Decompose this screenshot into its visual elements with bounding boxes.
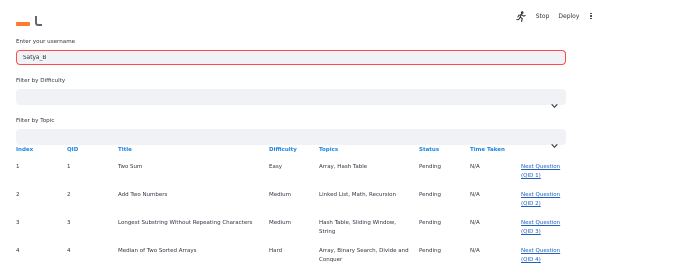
- page-title-remnant: [16, 16, 42, 26]
- deploy-button[interactable]: Deploy: [558, 13, 579, 20]
- header-difficulty: Difficulty: [269, 147, 297, 153]
- header-title: Title: [118, 147, 132, 153]
- cell-index: 2: [16, 192, 20, 198]
- cell-index: 3: [16, 220, 20, 226]
- header-qid: QID: [67, 147, 79, 153]
- next-question-link-qid[interactable]: (QID 3): [521, 229, 541, 235]
- chevron-down-icon: [551, 94, 558, 108]
- cell-difficulty: Hard: [269, 248, 283, 254]
- running-man-icon: [516, 10, 527, 22]
- filter-form: Enter your username Filter by Difficulty…: [16, 38, 566, 148]
- next-question-link-label[interactable]: Next Question: [521, 248, 560, 254]
- cell-topics: Linked List, Math, Recursion: [319, 192, 397, 198]
- top-toolbar: Stop Deploy: [516, 9, 594, 23]
- next-question-link[interactable]: Next Question (QID 4): [521, 247, 571, 264]
- cell-status: Pending: [419, 248, 441, 254]
- cell-qid: 3: [67, 220, 71, 226]
- cell-index: 4: [16, 248, 20, 254]
- cell-difficulty: Medium: [269, 192, 291, 198]
- cell-difficulty: Easy: [269, 164, 282, 170]
- title-glyph-fragment: [35, 16, 42, 26]
- cell-qid: 2: [67, 192, 71, 198]
- table-row: 2 2 Add Two Numbers Medium Linked List, …: [16, 191, 572, 211]
- stop-button[interactable]: Stop: [536, 13, 550, 20]
- vertical-ellipsis-icon[interactable]: [588, 12, 594, 20]
- next-question-link-label[interactable]: Next Question: [521, 220, 560, 226]
- header-status: Status: [419, 147, 440, 153]
- next-question-link-label[interactable]: Next Question: [521, 164, 560, 170]
- cell-qid: 4: [67, 248, 71, 254]
- topic-select[interactable]: [16, 129, 566, 148]
- cell-time-taken: N/A: [470, 192, 480, 198]
- cell-status: Pending: [419, 220, 441, 226]
- username-label: Enter your username: [16, 39, 76, 45]
- cell-time-taken: N/A: [470, 164, 480, 170]
- cell-title: Longest Substring Without Repeating Char…: [118, 220, 253, 226]
- next-question-link[interactable]: Next Question (QID 2): [521, 191, 571, 208]
- next-question-link-label[interactable]: Next Question: [521, 192, 560, 198]
- next-question-link[interactable]: Next Question (QID 3): [521, 219, 571, 236]
- table-row: 1 1 Two Sum Easy Array, Hash Table Pendi…: [16, 163, 572, 183]
- username-input[interactable]: [23, 54, 559, 61]
- username-field-wrapper: [16, 50, 566, 65]
- header-topics: Topics: [319, 147, 339, 153]
- difficulty-select[interactable]: [16, 89, 566, 108]
- cell-time-taken: N/A: [470, 220, 480, 226]
- cell-difficulty: Medium: [269, 220, 291, 226]
- topic-filter-label: Filter by Topic: [16, 118, 55, 124]
- next-question-link-qid[interactable]: (QID 4): [521, 257, 541, 263]
- header-index: Index: [16, 147, 34, 153]
- cell-status: Pending: [419, 164, 441, 170]
- cell-topics: Array, Binary Search, Divide and Conquer: [319, 248, 409, 263]
- table-row: 4 4 Median of Two Sorted Arrays Hard Arr…: [16, 247, 572, 267]
- cell-time-taken: N/A: [470, 248, 480, 254]
- header-time-taken: Time Taken: [470, 147, 505, 153]
- chevron-down-icon: [551, 134, 558, 148]
- cell-title: Median of Two Sorted Arrays: [118, 248, 197, 254]
- cell-status: Pending: [419, 192, 441, 198]
- title-accent-bar: [16, 22, 30, 26]
- cell-qid: 1: [67, 164, 71, 170]
- next-question-link[interactable]: Next Question (QID 1): [521, 163, 571, 180]
- next-question-link-qid[interactable]: (QID 2): [521, 201, 541, 207]
- cell-title: Add Two Numbers: [118, 192, 168, 198]
- cell-topics: Array, Hash Table: [319, 164, 368, 170]
- next-question-link-qid[interactable]: (QID 1): [521, 173, 541, 179]
- table-header-row: Index QID Title Difficulty Topics Status…: [16, 146, 572, 156]
- cell-topics: Hash Table, Sliding Window, String: [319, 220, 397, 235]
- table-row: 3 3 Longest Substring Without Repeating …: [16, 219, 572, 239]
- cell-title: Two Sum: [118, 164, 143, 170]
- app-page: Stop Deploy Enter your username Filter b…: [0, 0, 686, 269]
- difficulty-filter-label: Filter by Difficulty: [16, 78, 66, 84]
- cell-index: 1: [16, 164, 20, 170]
